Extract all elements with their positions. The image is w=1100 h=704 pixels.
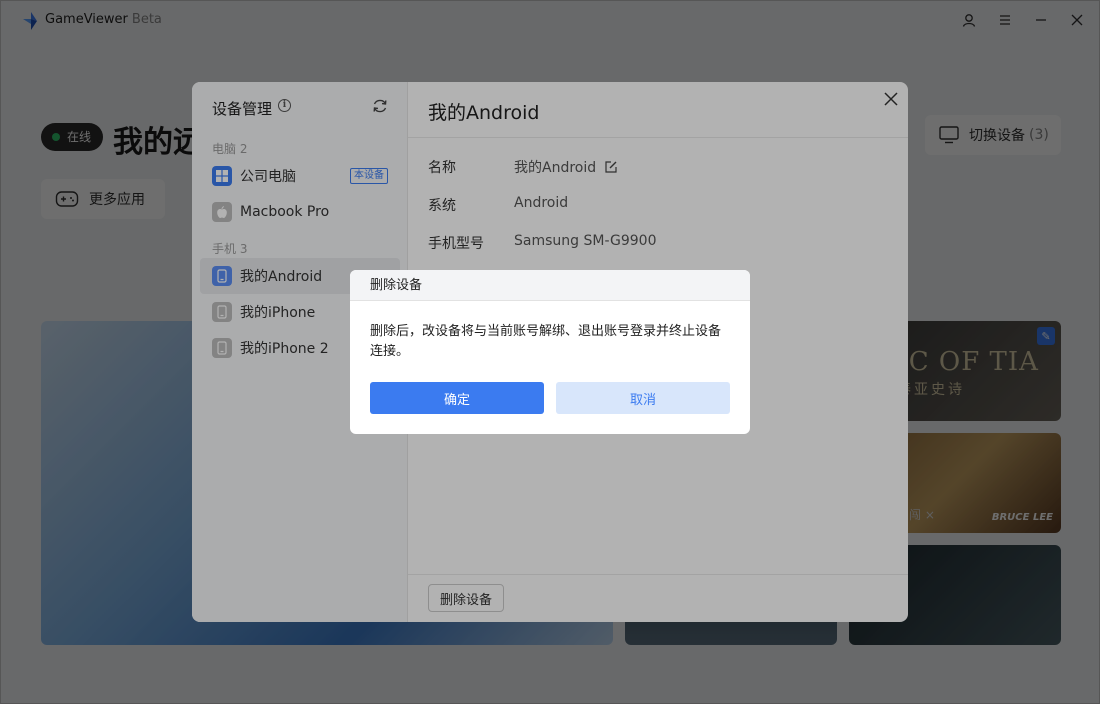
delete-confirm-dialog: 删除设备 删除后，改设备将与当前账号解绑、退出账号登录并终止设备连接。 确定 取… (350, 270, 750, 434)
confirm-title: 删除设备 (350, 270, 750, 301)
confirm-ok-button[interactable]: 确定 (370, 382, 544, 414)
confirm-message: 删除后，改设备将与当前账号解绑、退出账号登录并终止设备连接。 (370, 322, 730, 362)
confirm-cancel-button[interactable]: 取消 (556, 382, 730, 414)
